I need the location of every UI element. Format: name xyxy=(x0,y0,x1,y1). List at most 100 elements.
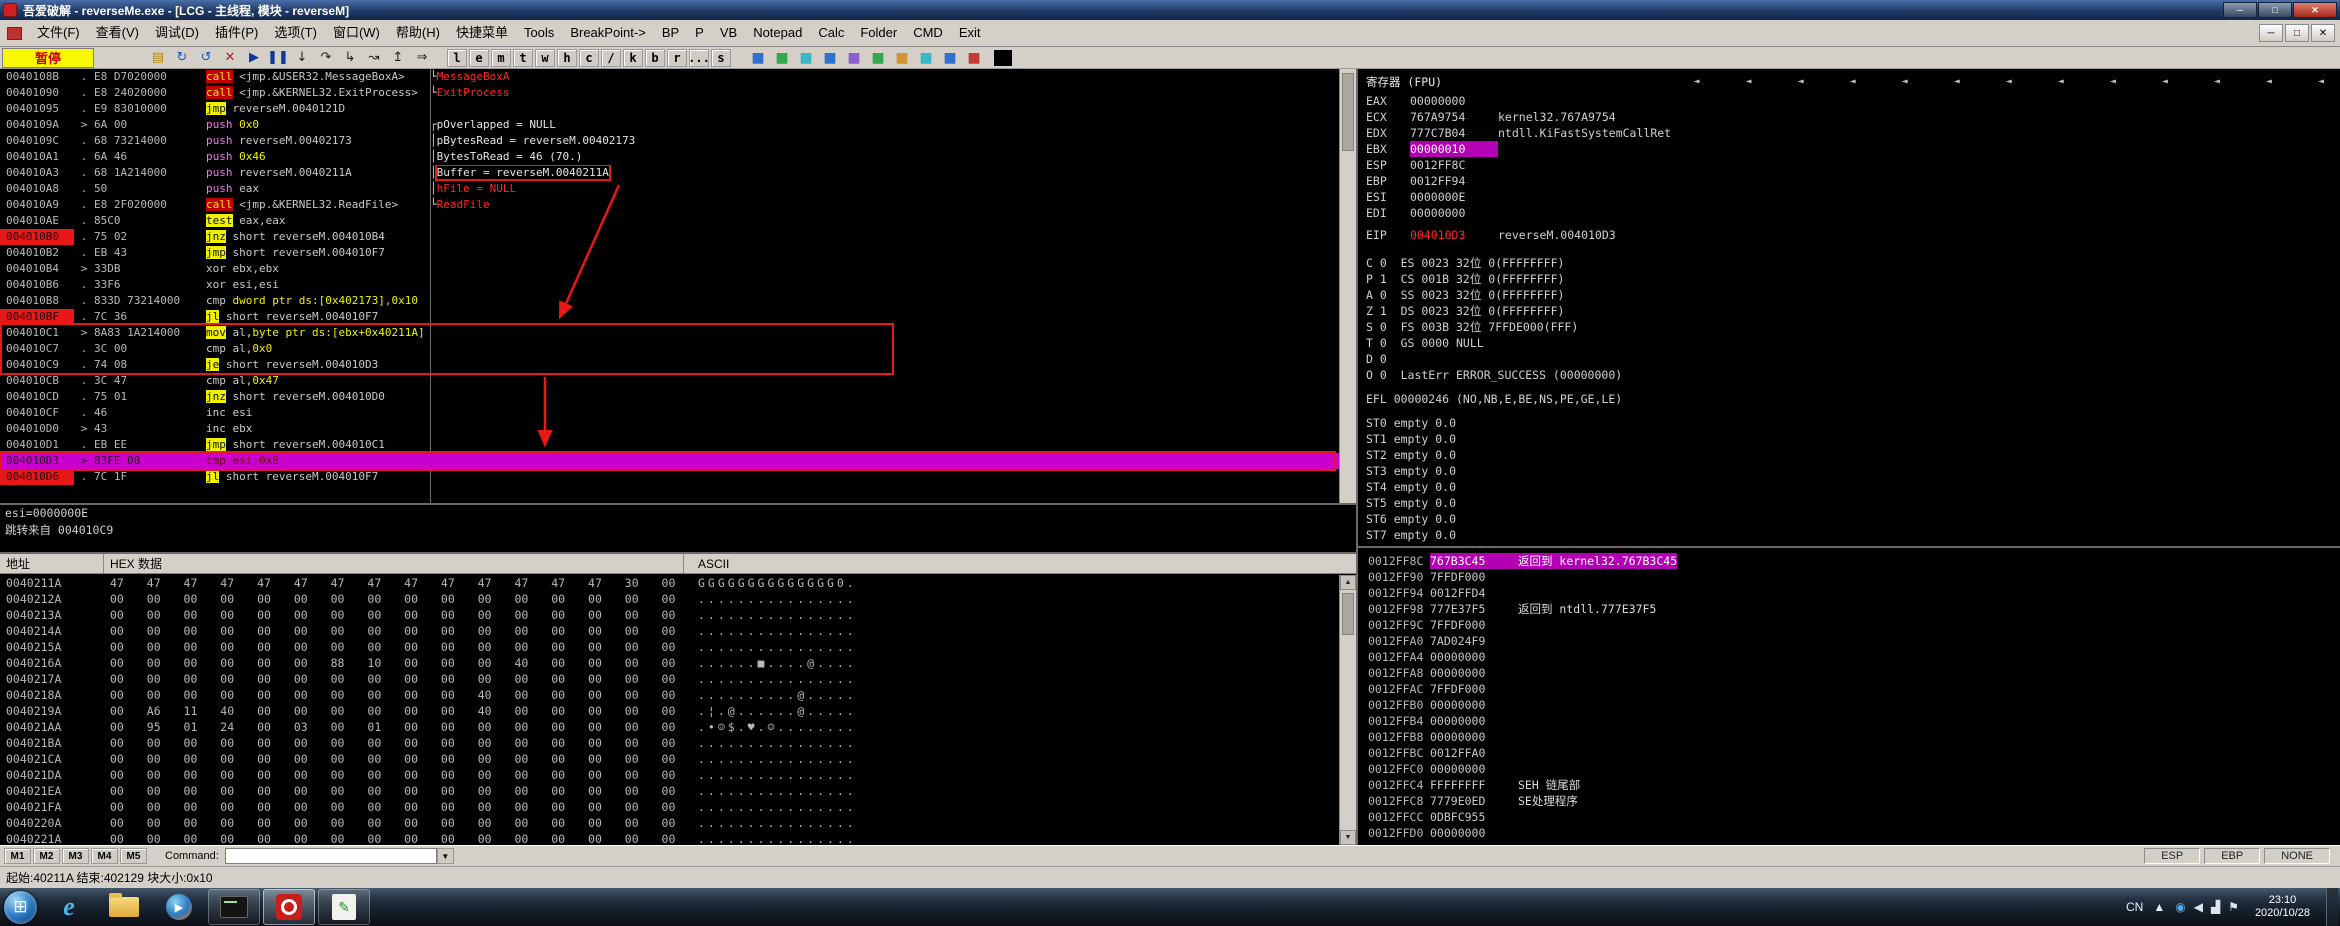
scrollbar-thumb[interactable] xyxy=(1342,73,1354,151)
toolbar-plugin-icon-8[interactable]: ■ xyxy=(939,48,961,67)
dump-row[interactable]: 004021BA00 00 00 00 00 00 00 00 00 00 00… xyxy=(0,735,1339,751)
register-history-arrows-icon[interactable]: ◄ ◄ ◄ ◄ ◄ ◄ ◄ ◄ ◄ ◄ ◄ ◄ ◄ xyxy=(1693,71,2340,93)
disasm-row[interactable]: 004010B6.33F6xor esi,esi xyxy=(0,277,1339,293)
menu-item-6[interactable]: 帮助(H) xyxy=(388,20,448,46)
dump-row[interactable]: 004021DA00 00 00 00 00 00 00 00 00 00 00… xyxy=(0,767,1339,783)
disasm-row[interactable]: 0040109C.68 73214000push reverseM.004021… xyxy=(0,133,1339,149)
disasm-row[interactable]: 004010AE.85C0test eax,eax xyxy=(0,213,1339,229)
run-button[interactable]: ▶ xyxy=(243,48,265,67)
dump-row[interactable]: 0040211A47 47 47 47 47 47 47 47 47 47 47… xyxy=(0,575,1339,591)
disasm-row[interactable]: 0040108B.E8 D7020000call <jmp.&USER32.Me… xyxy=(0,69,1339,85)
disasm-row[interactable]: 004010D1.EB EEjmp short reverseM.004010C… xyxy=(0,437,1339,453)
stack-row[interactable]: 0012FFC4FFFFFFFFSEH 链尾部 xyxy=(1358,777,2340,793)
taskbar-explorer-button[interactable] xyxy=(98,889,150,925)
command-input[interactable] xyxy=(225,848,437,864)
reload-button[interactable]: ↺ xyxy=(195,48,217,67)
toolbar-letter-1[interactable]: e xyxy=(469,49,489,67)
stack-row[interactable]: 0012FF940012FFD4 xyxy=(1358,585,2340,601)
mdi-minimize-button[interactable]: ─ xyxy=(2259,24,2283,42)
register-row[interactable]: EAX00000000 xyxy=(1366,93,2340,109)
disasm-row[interactable]: 004010A1.6A 46push 0x46│BytesToRead = 46… xyxy=(0,149,1339,165)
mdi-restore-button[interactable]: □ xyxy=(2285,24,2309,42)
register-row[interactable]: ECX767A9754kernel32.767A9754 xyxy=(1366,109,2340,125)
stack-row[interactable]: 0012FF98777E37F5返回到 ntdll.777E37F5 xyxy=(1358,601,2340,617)
menu-item-17[interactable]: Exit xyxy=(951,20,989,46)
register-row[interactable]: EBP0012FF94 xyxy=(1366,173,2340,189)
toolbar-letter-2[interactable]: m xyxy=(491,49,511,67)
fpu-register-row[interactable]: ST2 empty 0.0 xyxy=(1366,447,2340,463)
disasm-row[interactable]: 004010C1>8A83 1A214000mov al,byte ptr ds… xyxy=(0,325,1339,341)
toolbar-letter-9[interactable]: b xyxy=(645,49,665,67)
taskbar-media-player-button[interactable]: ▶ xyxy=(153,889,205,925)
action-center-tray-icon[interactable]: ⚑ xyxy=(2228,900,2239,914)
menu-item-4[interactable]: 选项(T) xyxy=(266,20,325,46)
stack-row[interactable]: 0012FFA800000000 xyxy=(1358,665,2340,681)
command-dropdown-icon[interactable]: ▼ xyxy=(437,848,454,864)
dump-row[interactable]: 0040216A00 00 00 00 00 00 88 10 00 00 00… xyxy=(0,655,1339,671)
disasm-row[interactable]: 004010CB.3C 47cmp al,0x47 xyxy=(0,373,1339,389)
show-desktop-button[interactable] xyxy=(2326,888,2338,926)
toolbar-letter-11[interactable]: ... xyxy=(689,49,709,67)
toolbar-plugin-icon-7[interactable]: ■ xyxy=(915,48,937,67)
step-into-button[interactable]: ↓ xyxy=(291,48,313,67)
menu-item-14[interactable]: Calc xyxy=(810,20,852,46)
pause-button[interactable]: ❚❚ xyxy=(267,48,289,67)
stack-row[interactable]: 0012FFC87779E0EDSE处理程序 xyxy=(1358,793,2340,809)
toolbar-plugin-icon-3[interactable]: ■ xyxy=(819,48,841,67)
toolbar-letter-10[interactable]: r xyxy=(667,49,687,67)
register-row[interactable]: EBX00000010 xyxy=(1366,141,2340,157)
toolbar-black-icon[interactable] xyxy=(994,50,1012,66)
disasm-row[interactable]: 004010C7.3C 00cmp al,0x0 xyxy=(0,341,1339,357)
disasm-row[interactable]: 004010B4>33DBxor ebx,ebx xyxy=(0,261,1339,277)
menu-item-11[interactable]: P xyxy=(687,20,712,46)
disasm-row[interactable]: 004010D6.7C 1Fjl short reverseM.004010F7 xyxy=(0,469,1339,485)
toolbar-plugin-icon-9[interactable]: ■ xyxy=(963,48,985,67)
taskbar-editor-button[interactable]: ✎ xyxy=(318,889,370,925)
disasm-row[interactable]: 004010A3.68 1A214000push reverseM.004021… xyxy=(0,165,1339,181)
start-button[interactable]: ⊞ xyxy=(4,891,37,924)
dump-scrollbar[interactable]: ▲ ▼ xyxy=(1339,575,1356,845)
disasm-row[interactable]: 004010BF.7C 36jl short reverseM.004010F7 xyxy=(0,309,1339,325)
menu-item-16[interactable]: CMD xyxy=(905,20,951,46)
taskbar-clock[interactable]: 23:10 2020/10/28 xyxy=(2249,894,2316,920)
taskbar-console-button[interactable] xyxy=(208,889,260,925)
stack-row[interactable]: 0012FF907FFDF000 xyxy=(1358,569,2340,585)
toolbar-plugin-icon-5[interactable]: ■ xyxy=(867,48,889,67)
disasm-row[interactable]: 004010C9.74 08je short reverseM.004010D3 xyxy=(0,357,1339,373)
menu-item-8[interactable]: Tools xyxy=(516,20,562,46)
disasm-row[interactable]: 004010B0.75 02jnz short reverseM.004010B… xyxy=(0,229,1339,245)
efl-register-row[interactable]: EFL 00000246 (NO,NB,E,BE,NS,PE,GE,LE) xyxy=(1366,391,2340,407)
fpu-register-row[interactable]: ST4 empty 0.0 xyxy=(1366,479,2340,495)
open-file-button[interactable]: ▤ xyxy=(147,48,169,67)
tray-chevron-up-icon[interactable]: ▲ xyxy=(2153,900,2165,914)
stack-row[interactable]: 0012FF8C767B3C45返回到 kernel32.767B3C45 xyxy=(1358,553,2340,569)
toolbar-plugin-icon-2[interactable]: ■ xyxy=(795,48,817,67)
dump-row[interactable]: 004021FA00 00 00 00 00 00 00 00 00 00 00… xyxy=(0,799,1339,815)
dump-row[interactable]: 004021EA00 00 00 00 00 00 00 00 00 00 00… xyxy=(0,783,1339,799)
dump-row[interactable]: 0040214A00 00 00 00 00 00 00 00 00 00 00… xyxy=(0,623,1339,639)
flag-row[interactable]: Z 1 DS 0023 32位 0(FFFFFFFF) xyxy=(1366,303,2340,319)
disassembly-scrollbar[interactable] xyxy=(1339,69,1356,503)
menu-item-10[interactable]: BP xyxy=(654,20,687,46)
stack-row[interactable]: 0012FFA400000000 xyxy=(1358,649,2340,665)
run-to-return-button[interactable]: ↥ xyxy=(387,48,409,67)
toolbar-letter-0[interactable]: l xyxy=(447,49,467,67)
register-row[interactable]: ESP0012FF8C xyxy=(1366,157,2340,173)
fpu-register-row[interactable]: ST5 empty 0.0 xyxy=(1366,495,2340,511)
dump-row[interactable]: 0040213A00 00 00 00 00 00 00 00 00 00 00… xyxy=(0,607,1339,623)
fpu-register-row[interactable]: ST6 empty 0.0 xyxy=(1366,511,2340,527)
go-to-button[interactable]: ⇒ xyxy=(411,48,433,67)
menu-item-3[interactable]: 插件(P) xyxy=(207,20,266,46)
disasm-row[interactable]: 004010B8.833D 73214000cmp dword ptr ds:[… xyxy=(0,293,1339,309)
disasm-row[interactable]: 004010A9.E8 2F020000call <jmp.&KERNEL32.… xyxy=(0,197,1339,213)
disasm-row[interactable]: 004010B2.EB 43jmp short reverseM.004010F… xyxy=(0,245,1339,261)
stack-row[interactable]: 0012FFAC7FFDF000 xyxy=(1358,681,2340,697)
menu-item-0[interactable]: 文件(F) xyxy=(29,20,88,46)
toolbar-letter-12[interactable]: s xyxy=(711,49,731,67)
memory-tab-m4[interactable]: M4 xyxy=(91,848,118,864)
menu-item-9[interactable]: BreakPoint-> xyxy=(562,20,654,46)
stack-row[interactable]: 0012FFCC0DBFC955 xyxy=(1358,809,2340,825)
language-indicator[interactable]: CN xyxy=(2126,900,2143,914)
fpu-register-row[interactable]: ST0 empty 0.0 xyxy=(1366,415,2340,431)
dump-row[interactable]: 0040221A00 00 00 00 00 00 00 00 00 00 00… xyxy=(0,831,1339,845)
